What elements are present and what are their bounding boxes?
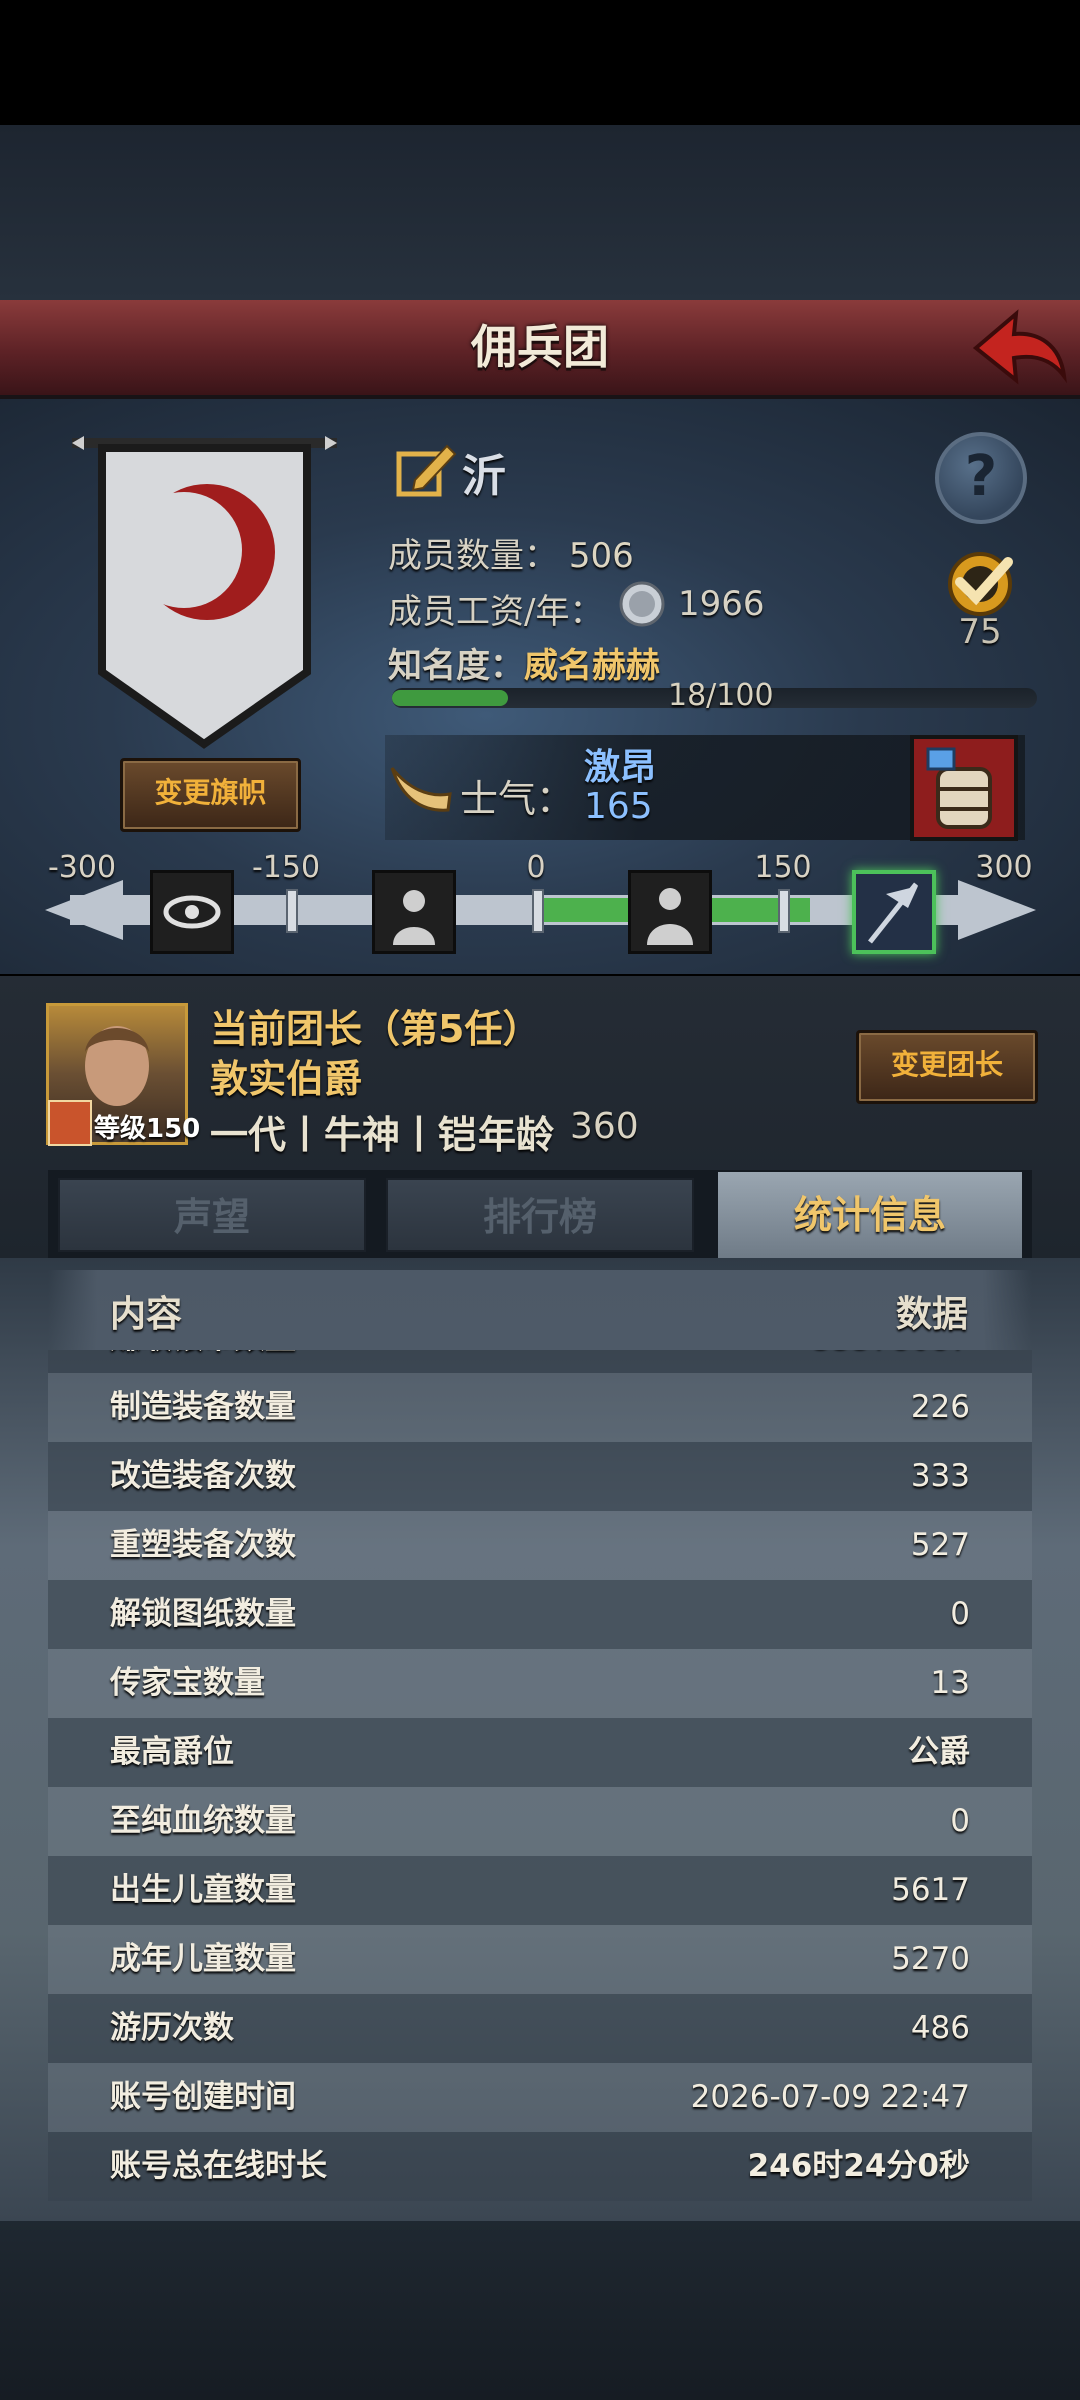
scale-tick [532,889,544,933]
table-row: 出生儿童数量 5617 [48,1856,1032,1925]
scale-label: -150 [251,850,321,885]
row-label: 重塑装备次数 [110,1527,296,1563]
change-banner-button[interactable]: 变更旗帜 [120,758,301,832]
salary-value: 1966 [678,584,765,624]
morale-status: 激昂 [584,747,657,788]
leader-age-label: 年龄 [478,1113,555,1157]
column-header-content: 内容 [110,1294,183,1335]
table-row: 至纯血统数量 0 [48,1787,1032,1856]
row-value: 13 [930,1665,970,1701]
morale-despair-icon[interactable] [372,870,456,954]
fame-progress-fill [392,690,508,706]
table-row: 改造装备次数 333 [48,1442,1032,1511]
status-bar-area [0,0,1080,125]
table-row: 账号创建时间 2026-07-09 22:47 [48,2063,1032,2132]
leader-age: 360 [570,1106,639,1147]
row-label: 成年儿童数量 [110,1941,296,1977]
row-value: 0 [950,1803,970,1839]
column-header-data: 数据 [896,1294,969,1335]
row-value: 5617 [891,1872,970,1908]
silver-coin-icon [618,580,666,628]
row-label: 出生儿童数量 [110,1872,296,1908]
row-label: 账号总在线时长 [110,2148,327,2184]
question-icon: ? [964,444,998,509]
row-value: 0 [950,1596,970,1632]
table-header [48,1270,1032,1350]
tab-statistics[interactable]: 统计信息 [718,1172,1022,1258]
row-label: 解锁图纸数量 [110,1596,296,1632]
row-label: 账号创建时间 [110,2079,296,2115]
table-row: 游历次数 486 [48,1994,1032,2063]
row-label: 至纯血统数量 [110,1803,296,1839]
members-line: 成员数量： 506 [388,528,634,577]
row-label: 改造装备次数 [110,1458,296,1494]
fame-value: 威名赫赫 [524,646,660,686]
row-label: 最高爵位 [110,1734,234,1770]
guild-name: 沂 [462,451,506,502]
row-label: 传家宝数量 [110,1665,265,1701]
table-row: 账号总在线时长 246时24分0秒 [48,2132,1032,2201]
row-label: 制造装备数量 [110,1389,296,1425]
guild-banner [72,432,337,752]
members-value: 506 [568,536,634,576]
leader-traits: 一代丨牛神丨铠 [210,1113,477,1157]
row-value: 527 [910,1527,970,1563]
scale-label: 0 [526,850,546,885]
morale-label: 士气： [460,777,575,821]
scale-label: 150 [754,850,812,885]
edit-name-icon[interactable] [395,440,457,502]
back-arrow-icon [972,309,1067,385]
tab-reputation[interactable]: 声望 [58,1178,366,1252]
back-button[interactable] [968,304,1068,390]
table-row: 重塑装备次数 527 [48,1511,1032,1580]
fame-line: 知名度：威名赫赫 [388,638,660,687]
top-frame [0,125,1080,300]
tab-leaderboard[interactable]: 排行榜 [386,1178,694,1252]
row-label: 游历次数 [110,2010,234,2046]
barrel-icon [926,747,992,829]
table-row: 传家宝数量 13 [48,1649,1032,1718]
row-value: 公爵 [908,1734,970,1770]
row-value: 33378087 [812,1350,970,1373]
level-badge-icon [48,1100,92,1146]
page-title: 佣兵团 [471,320,609,374]
row-value: 486 [910,2010,970,2046]
bottom-frame [0,2221,1080,2400]
leader-level: 等级150 [94,1114,201,1144]
morale-calm-icon[interactable] [628,870,712,954]
salary-line: 成员工资/年： [388,584,603,633]
help-button[interactable]: ? [935,432,1027,524]
table-row: 解锁图纸数量 0 [48,1580,1032,1649]
members-label: 成员数量： [388,536,558,576]
scale-label: -300 [47,850,117,885]
table-row: 制造装备数量 226 [48,1373,1032,1442]
rank-value: 75 [958,612,1002,652]
scale-tick [286,889,298,933]
leader-title: 当前团长（第5任） [210,1007,541,1051]
leader-name: 敦实伯爵 [210,1057,363,1101]
scale-label: 300 [975,850,1033,885]
morale-inspired-icon[interactable] [852,870,936,954]
row-value: 333 [910,1458,970,1494]
row-value: 5270 [891,1941,970,1977]
table-row: 成年儿童数量 5270 [48,1925,1032,1994]
row-value: 2026-07-09 22:47 [690,2079,970,2115]
morale-value: 165 [584,786,653,827]
salary-label: 成员工资/年： [388,592,604,632]
change-leader-button[interactable]: 变更团长 [856,1030,1038,1104]
barrel-button[interactable] [910,735,1018,841]
row-label: 赚取银币数量 [110,1350,296,1373]
morale-eye-icon[interactable] [150,870,234,954]
fame-label: 知名度： [388,646,524,686]
fame-progress-text: 18/100 [668,678,774,713]
table-row: 最高爵位 公爵 [48,1718,1032,1787]
stats-list[interactable]: 赚取银币数量 33378087 制造装备数量 226 改造装备次数 333 重塑… [48,1350,1032,2220]
horn-icon [388,758,454,814]
scale-tick [778,889,790,933]
table-row: 赚取银币数量 33378087 [48,1350,1032,1373]
row-value: 226 [910,1389,970,1425]
row-value: 246时24分0秒 [747,2148,970,2184]
